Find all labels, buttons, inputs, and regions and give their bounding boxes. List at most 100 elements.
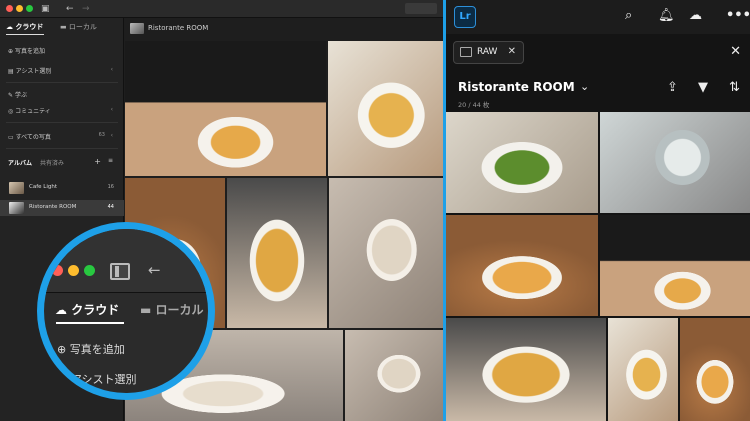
sidebar-item-community[interactable]: ◎ コミュニティ	[8, 106, 51, 115]
photos-icon: ▭	[8, 134, 14, 141]
chevron-left-icon[interactable]: ‹	[111, 106, 113, 113]
zoomed-tab-cloud[interactable]: ☁ クラウド	[55, 301, 119, 318]
divider	[6, 82, 118, 83]
album-count: 16	[107, 184, 114, 190]
sidebar-item-all-photos[interactable]: ▭ すべての写真	[8, 132, 51, 141]
close-window-button[interactable]	[6, 5, 13, 12]
learn-icon: ✎	[8, 92, 14, 99]
sidebar-item-label: 写真を追加	[14, 48, 45, 55]
maximize-window-button[interactable]	[84, 265, 95, 276]
title-bar: ▣ ← →	[0, 0, 443, 18]
minimize-window-button[interactable]	[68, 265, 79, 276]
close-window-button[interactable]	[52, 265, 63, 276]
album-count: 44	[107, 204, 114, 210]
photo-tile[interactable]	[446, 318, 606, 421]
photo-count: 20 / 44 枚	[458, 101, 490, 109]
culling-icon: ▤	[57, 373, 68, 386]
add-photos-label: 写真を追加	[69, 343, 125, 356]
plus-circle-icon: ⊕	[8, 48, 14, 55]
photo-tile[interactable]	[680, 318, 750, 421]
sidebar-toggle-icon[interactable]	[110, 263, 130, 280]
back-arrow-icon[interactable]: ←	[66, 3, 74, 15]
chevron-left-icon[interactable]: ‹	[111, 132, 113, 139]
photo-tile[interactable]	[227, 178, 327, 328]
sort-icon[interactable]: ⇅	[729, 80, 740, 95]
photo-tile[interactable]	[329, 178, 443, 328]
globe-icon: ◎	[8, 108, 14, 115]
mobile-app-window: Lr ⌕ 🔔︎ ☁ ••• RAW ✕ ✕ Ristorante ROOM ⌄ …	[446, 0, 750, 421]
zoom-callout: ← ☁ クラウド ▬ ローカル ⊕ 写真を追加 ▤ アシスト選別	[37, 222, 215, 400]
sort-icon[interactable]: ≡	[108, 157, 113, 164]
tab-local-label: ローカル	[155, 303, 204, 317]
lightroom-logo: Lr	[454, 6, 476, 28]
zoomed-tab-local[interactable]: ▬ ローカル	[140, 301, 204, 318]
plus-circle-icon: ⊕	[57, 343, 67, 356]
culling-icon: ▤	[8, 68, 14, 75]
chevron-down-icon[interactable]: ⌄	[580, 80, 589, 93]
sidebar-item-label: コミュニティ	[15, 108, 51, 115]
image-icon	[460, 47, 472, 57]
filter-chip-label: RAW	[477, 47, 498, 57]
assisted-culling-label: アシスト選別	[70, 373, 137, 386]
sidebar-toggle-icon[interactable]: ▣	[41, 3, 50, 15]
search-icon[interactable]: ⌕	[625, 8, 632, 23]
photo-tile[interactable]	[328, 41, 443, 176]
sidebar-item-add-photos[interactable]: ⊕ 写真を追加	[8, 46, 45, 55]
tab-local-label: ローカル	[68, 23, 97, 31]
more-icon[interactable]: •••	[726, 8, 750, 23]
photo-tile[interactable]	[125, 41, 326, 176]
zoomed-assisted-culling[interactable]: ▤ アシスト選別	[57, 371, 136, 387]
remove-filter-icon[interactable]: ✕	[508, 46, 516, 57]
divider	[6, 148, 118, 149]
zoomed-add-photos[interactable]: ⊕ 写真を追加	[57, 341, 125, 357]
photo-tile[interactable]	[446, 112, 598, 213]
photo-tile[interactable]	[446, 215, 598, 316]
album-thumbnail	[9, 182, 24, 194]
chevron-left-icon[interactable]: ‹	[111, 66, 113, 73]
tab-shared[interactable]: 共有済み	[40, 158, 64, 167]
close-icon[interactable]: ✕	[730, 44, 741, 59]
album-item-ristorante-room[interactable]: Ristorante ROOM 44	[0, 200, 124, 216]
tab-cloud-label: クラウド	[15, 23, 44, 31]
add-album-icon[interactable]: +	[94, 157, 101, 166]
album-title[interactable]: Ristorante ROOM	[458, 80, 575, 94]
share-icon[interactable]: ⇪	[667, 80, 678, 95]
divider	[6, 122, 118, 123]
album-label: Cafe Light	[29, 184, 58, 190]
sidebar-item-assisted-culling[interactable]: ▤ アシスト選別	[8, 66, 51, 75]
minimize-window-button[interactable]	[16, 5, 23, 12]
sidebar-item-label: すべての写真	[15, 134, 51, 141]
filter-chip-raw[interactable]: RAW ✕	[453, 41, 524, 64]
forward-arrow-icon[interactable]: →	[82, 3, 90, 15]
sidebar-item-learn[interactable]: ✎ 学ぶ	[8, 90, 27, 99]
tab-cloud-label: クラウド	[71, 303, 120, 317]
photo-tile[interactable]	[600, 112, 750, 213]
bell-icon[interactable]: 🔔︎	[658, 8, 675, 23]
tab-albums[interactable]: アルバム	[8, 158, 32, 167]
grid-header: Ristorante ROOM	[124, 18, 443, 40]
album-cover-thumbnail	[130, 23, 144, 34]
filter-bar: RAW ✕ ✕	[446, 36, 750, 68]
screenshot-root: ▣ ← → ☁ クラウド ▬ ローカル ⊕ 写真を追加 ▤ アシスト選別 ‹ ✎…	[0, 0, 750, 421]
cloud-icon[interactable]: ☁	[689, 8, 702, 23]
desktop-app-window: ▣ ← → ☁ クラウド ▬ ローカル ⊕ 写真を追加 ▤ アシスト選別 ‹ ✎…	[0, 0, 443, 421]
album-title: Ristorante ROOM	[148, 24, 209, 32]
filter-icon[interactable]: ▼	[698, 80, 708, 95]
photo-tile[interactable]	[600, 215, 750, 316]
maximize-window-button[interactable]	[26, 5, 33, 12]
tab-cloud[interactable]: ☁ クラウド	[6, 22, 43, 32]
album-label: Ristorante ROOM	[29, 204, 77, 210]
all-photos-count: 63	[98, 132, 105, 138]
zoomed-title-bar: ←	[44, 229, 208, 293]
album-thumbnail	[9, 202, 24, 214]
active-tab-underline	[6, 34, 44, 35]
active-tab-underline	[56, 322, 124, 324]
back-arrow-icon[interactable]: ←	[148, 261, 161, 279]
photo-tile[interactable]	[608, 318, 678, 421]
photo-tile[interactable]	[345, 330, 443, 421]
album-item-cafe-light[interactable]: Cafe Light 16	[0, 180, 124, 196]
toolbar-right-control[interactable]	[405, 3, 437, 14]
tab-local[interactable]: ▬ ローカル	[60, 22, 97, 32]
sidebar-item-label: アシスト選別	[15, 68, 52, 75]
sidebar-item-label: 学ぶ	[14, 92, 27, 99]
